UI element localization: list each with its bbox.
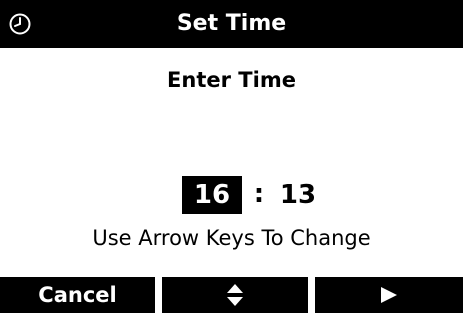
title-bar: Set Time: [0, 0, 463, 48]
page-title: Set Time: [176, 11, 287, 36]
prompt-label: Enter Time: [167, 68, 296, 92]
set-time-screen: Set Time Enter Time 16 : 13 Use Arrow Ke…: [0, 0, 463, 313]
up-down-arrows-icon: [227, 284, 243, 306]
time-separator: :: [253, 179, 265, 209]
minute-field[interactable]: 13: [276, 176, 320, 214]
cancel-button[interactable]: Cancel: [0, 277, 155, 313]
right-arrow-icon: [381, 287, 397, 303]
time-entry: 16 : 13: [0, 176, 463, 214]
softkey-bar: Cancel: [0, 275, 463, 313]
next-button[interactable]: [315, 277, 463, 313]
hint-text: Use Arrow Keys To Change: [92, 226, 371, 250]
up-down-button[interactable]: [162, 277, 308, 313]
cancel-button-label: Cancel: [38, 283, 117, 307]
hour-field[interactable]: 16: [182, 176, 242, 214]
